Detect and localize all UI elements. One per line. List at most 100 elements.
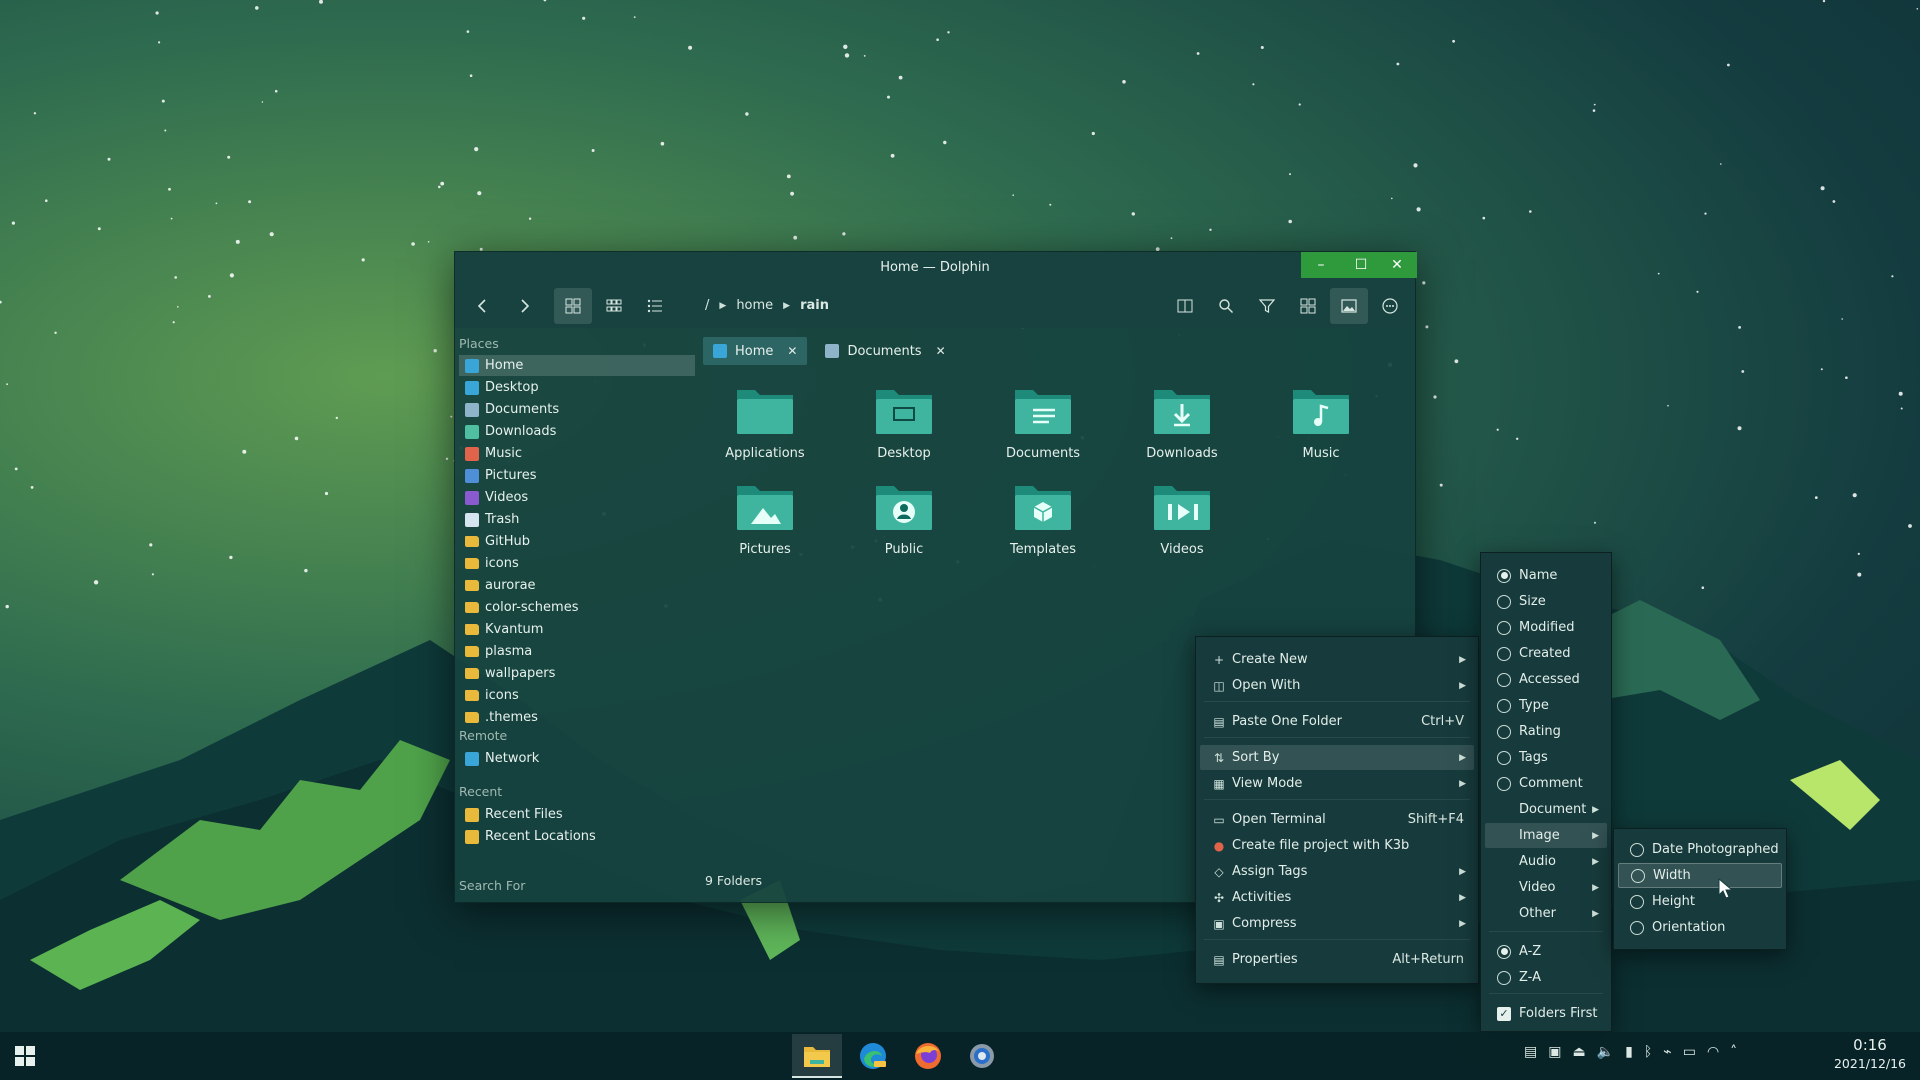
folder-item[interactable]: Documents [981,376,1105,466]
sort-modified[interactable]: Modified [1485,615,1607,640]
menu-k3b[interactable]: ● Create file project with K3b [1200,833,1474,858]
sidebar-item[interactable]: wallpapers [459,663,695,684]
sidebar-item[interactable]: icons [459,553,695,574]
compact-view-button[interactable] [595,288,633,324]
breadcrumb-current[interactable]: rain [800,298,829,313]
sidebar-item[interactable]: Kvantum [459,619,695,640]
sort-other[interactable]: Other ▶ [1485,901,1607,926]
folder-item[interactable]: Templates [981,472,1105,562]
sidebar-item[interactable]: plasma [459,641,695,662]
bluetooth-icon[interactable]: ᛒ [1644,1044,1652,1060]
taskbar-edge-dev[interactable] [848,1034,898,1078]
more-menu-button[interactable] [1371,288,1409,324]
network-icon[interactable]: ◠ [1707,1044,1719,1060]
start-menu-button[interactable] [0,1034,50,1078]
sidebar-item[interactable]: Recent Locations [459,826,695,847]
sidebar-item[interactable]: Videos [459,487,695,508]
forward-button[interactable] [506,288,544,324]
sort-name[interactable]: Name [1485,563,1607,588]
menu-open-terminal[interactable]: ▭ Open Terminal Shift+F4 [1200,807,1474,832]
menu-open-with[interactable]: ◫ Open With ▶ [1200,673,1474,698]
maximize-button[interactable]: ☐ [1341,252,1381,278]
sidebar-item[interactable]: icons [459,685,695,706]
menu-view-mode[interactable]: ▦ View Mode ▶ [1200,771,1474,796]
devices-icon[interactable]: ⏏ [1572,1044,1585,1060]
sort-tags[interactable]: Tags [1485,745,1607,770]
sidebar-item[interactable]: Documents [459,399,695,420]
breadcrumb-root[interactable]: / [705,298,709,313]
battery-icon[interactable]: ▮ [1625,1044,1633,1060]
tab[interactable]: Documents ✕ [815,337,955,365]
taskbar-settings[interactable] [957,1034,1007,1078]
clipboard-icon[interactable]: ▣ [1548,1044,1561,1060]
sort-image[interactable]: Image ▶ [1485,823,1607,848]
title-bar[interactable]: Home — Dolphin – ☐ ✕ [455,252,1417,284]
folder-item[interactable]: Music [1259,376,1383,466]
sort-folders-first[interactable]: ✓ Folders First [1485,1001,1607,1026]
sort-document[interactable]: Document ▶ [1485,797,1607,822]
details-view-button[interactable] [636,288,674,324]
close-button[interactable]: ✕ [1377,252,1417,278]
sidebar-item[interactable]: Pictures [459,465,695,486]
search-for-heading[interactable]: Search For [459,878,525,893]
sidebar-item[interactable]: .themes [459,707,695,728]
sidebar-item[interactable]: Desktop [459,377,695,398]
split-view-button[interactable] [1166,288,1204,324]
image-orientation[interactable]: Orientation [1618,915,1782,940]
menu-compress[interactable]: ▣ Compress ▶ [1200,911,1474,936]
icons-view-button[interactable] [554,288,592,324]
close-tab-icon[interactable]: ✕ [787,344,797,358]
notifications-icon[interactable]: ▤ [1524,1044,1537,1060]
sort-audio[interactable]: Audio ▶ [1485,849,1607,874]
sidebar-item[interactable]: aurorae [459,575,695,596]
folder-item[interactable]: Downloads [1120,376,1244,466]
close-tab-icon[interactable]: ✕ [936,344,946,358]
breadcrumb-home[interactable]: home [736,298,773,313]
folder-item[interactable]: Desktop [842,376,966,466]
sort-rating[interactable]: Rating [1485,719,1607,744]
menu-sort-by[interactable]: ⇅ Sort By ▶ [1200,745,1474,770]
sort-accessed[interactable]: Accessed [1485,667,1607,692]
menu-create-new[interactable]: + Create New ▶ [1200,647,1474,672]
sidebar-item[interactable]: color-schemes [459,597,695,618]
sort-video[interactable]: Video ▶ [1485,875,1607,900]
menu-properties[interactable]: ▤ Properties Alt+Return [1200,947,1474,972]
sidebar-item[interactable]: Downloads [459,421,695,442]
minimize-button[interactable]: – [1301,252,1341,278]
sidebar-item[interactable]: Trash [459,509,695,530]
folder-item[interactable]: Pictures [703,472,827,562]
sidebar-item[interactable]: Network [459,748,695,769]
search-button[interactable] [1207,288,1245,324]
volume-icon[interactable]: 🔈 [1597,1044,1614,1060]
image-height[interactable]: Height [1618,889,1782,914]
folder-item[interactable]: Videos [1120,472,1244,562]
back-button[interactable] [463,288,501,324]
sort-descending[interactable]: Z-A [1485,965,1607,990]
folder-item[interactable]: Applications [703,376,827,466]
image-date-photographed[interactable]: Date Photographed [1618,837,1782,862]
sort-created[interactable]: Created [1485,641,1607,666]
menu-assign-tags[interactable]: ◇ Assign Tags ▶ [1200,859,1474,884]
display-icon[interactable]: ▭ [1683,1044,1696,1060]
menu-activities[interactable]: ✣ Activities ▶ [1200,885,1474,910]
image-width[interactable]: Width [1618,863,1782,888]
sidebar-item[interactable]: Music [459,443,695,464]
filter-button[interactable] [1248,288,1286,324]
power-icon[interactable]: ⌁ [1663,1044,1671,1060]
sort-ascending[interactable]: A-Z [1485,939,1607,964]
taskbar-dolphin[interactable] [792,1034,842,1078]
sort-type[interactable]: Type [1485,693,1607,718]
menu-paste[interactable]: ▤ Paste One Folder Ctrl+V [1200,709,1474,734]
taskbar-firefox[interactable] [903,1034,953,1078]
chevron-up-icon[interactable]: ˄ [1730,1044,1737,1060]
tab[interactable]: Home ✕ [703,337,808,365]
sidebar-item[interactable]: Recent Files [459,804,695,825]
folder-item[interactable]: Public [842,472,966,562]
preview-button[interactable] [1330,288,1368,324]
sidebar-item[interactable]: GitHub [459,531,695,552]
sort-size[interactable]: Size [1485,589,1607,614]
sort-comment[interactable]: Comment [1485,771,1607,796]
sidebar-item[interactable]: Home [459,355,695,376]
clock[interactable]: 0:16 2021/12/16 [1830,1036,1910,1071]
panels-button[interactable] [1289,288,1327,324]
